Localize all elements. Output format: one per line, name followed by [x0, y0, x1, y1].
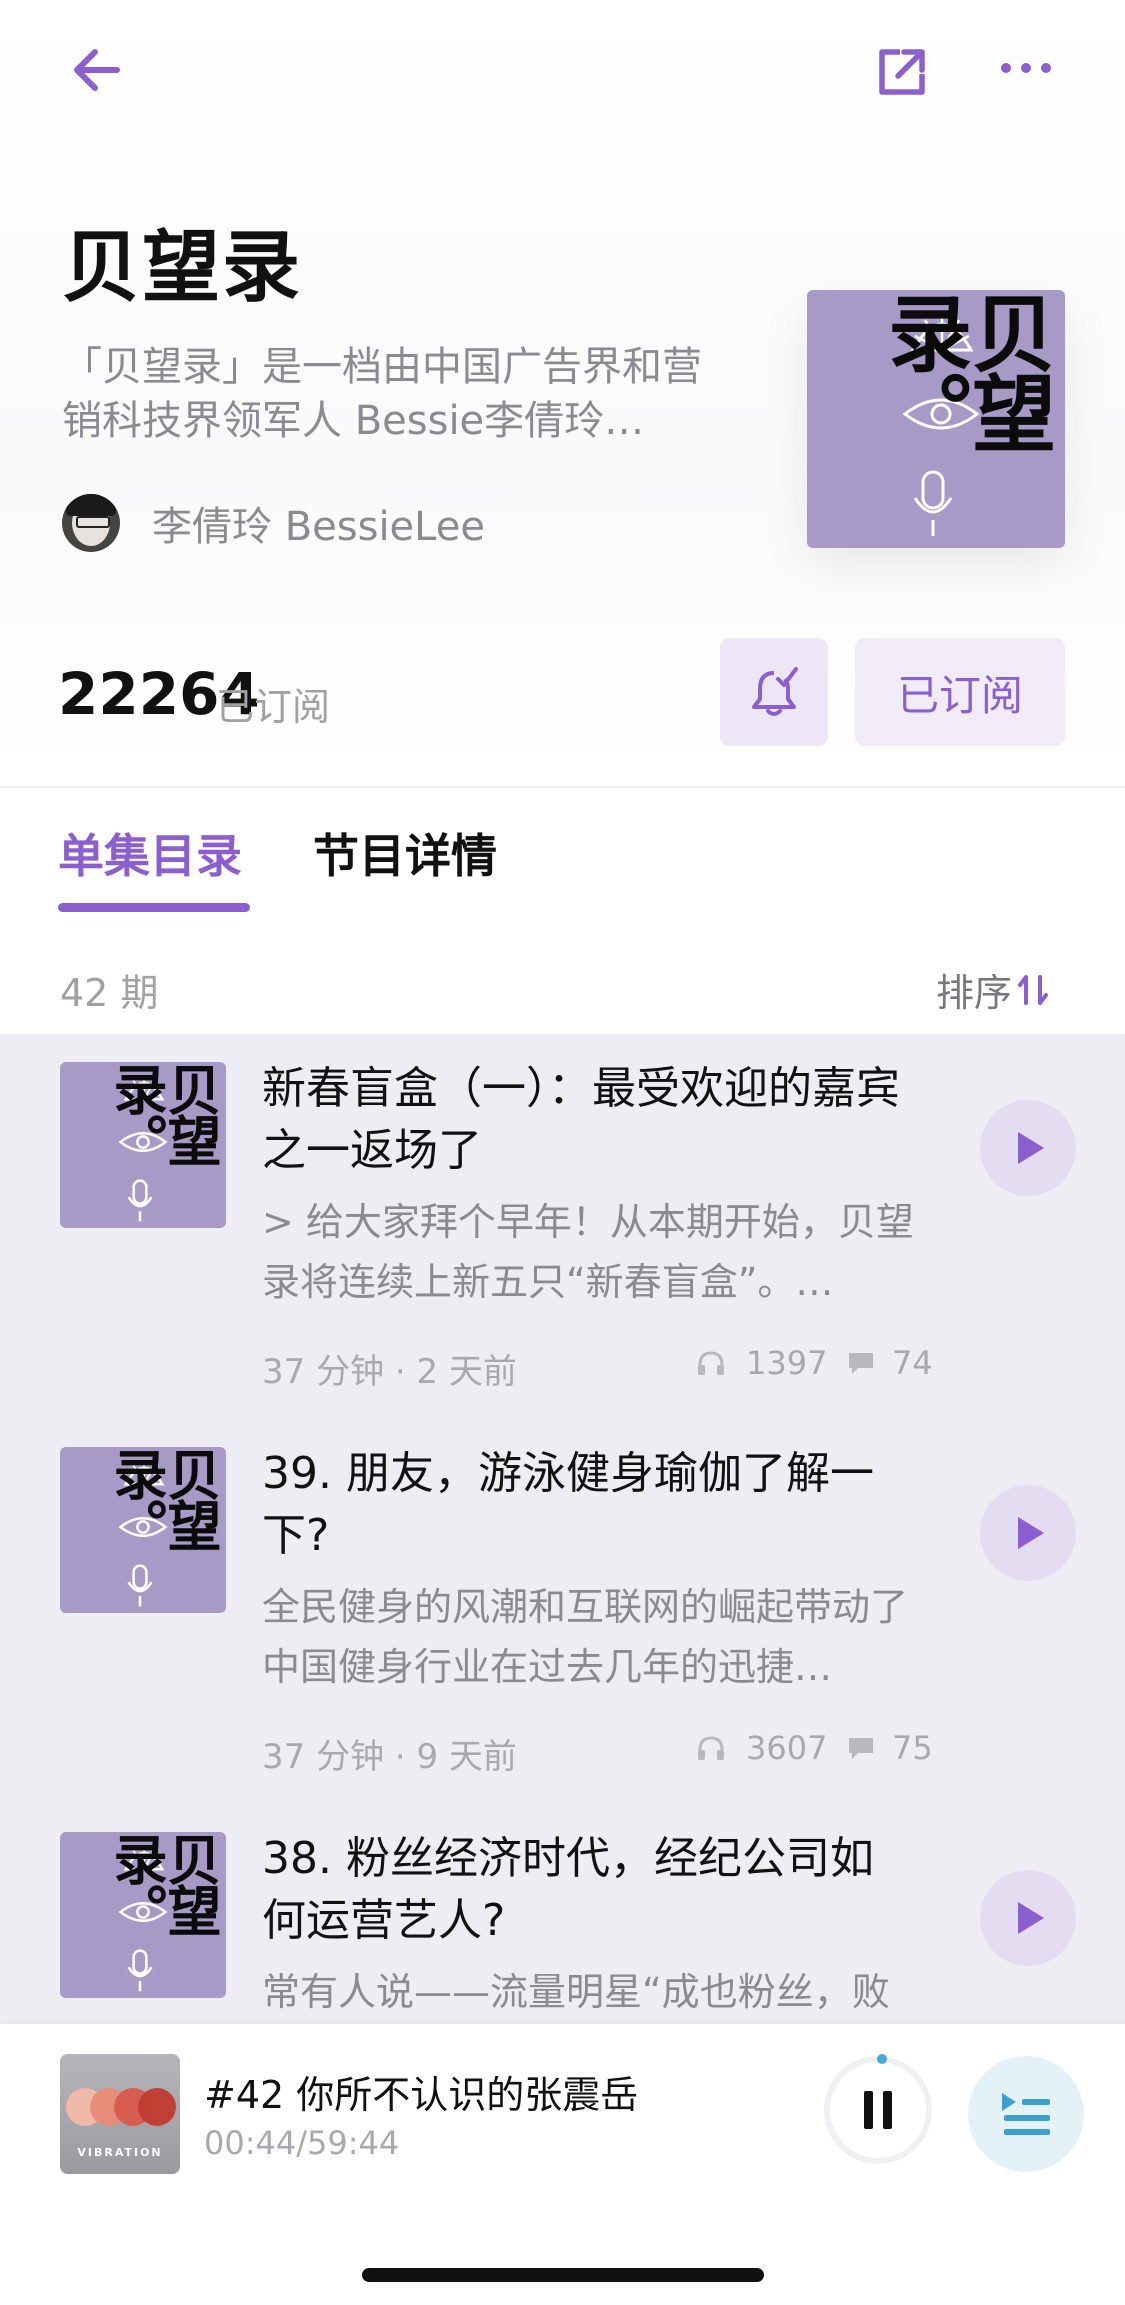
tab-details[interactable]: 节目详情: [313, 820, 497, 886]
playlist-icon: [1002, 2093, 1050, 2135]
now-playing-cover[interactable]: VIBRATION: [60, 2054, 180, 2174]
tab-episodes[interactable]: 单集目录: [58, 820, 242, 886]
sort-label: 排序: [936, 971, 1013, 1015]
home-indicator: [362, 2268, 764, 2282]
share-button[interactable]: [864, 34, 940, 110]
episode-title[interactable]: 新春盲盒（一）：最受欢迎的嘉宾之一返场了: [262, 1058, 912, 1182]
comment-count: 75: [846, 1729, 933, 1767]
now-playing-time: 00:44/59:44: [204, 2124, 400, 2162]
comment-count-value: 75: [892, 1729, 933, 1767]
headphones-icon: [698, 1736, 724, 1760]
sort-button[interactable]: 排序: [936, 962, 1050, 1017]
podcast-cover: 贝望录。: [807, 290, 1065, 548]
play-button[interactable]: [980, 1100, 1076, 1196]
bell-icon: [752, 667, 798, 716]
comment-icon: [849, 1353, 873, 1374]
avatar[interactable]: [62, 494, 120, 552]
play-icon: [1018, 1132, 1044, 1164]
podcast-description[interactable]: 「贝望录」是一档由中国广告界和营销科技界领军人 Bessie李倩玲…: [62, 340, 722, 448]
cover-logo-text: 贝望录。: [104, 1832, 222, 1934]
pause-icon: [864, 2091, 892, 2129]
episode-description: > 给大家拜个早年！从本期开始，贝望录将连续上新五只“新春盲盒”。…: [262, 1200, 914, 1304]
now-playing-title[interactable]: #42 你所不认识的张震岳: [204, 2064, 638, 2119]
episode-cover[interactable]: 贝望录。: [60, 1447, 226, 1613]
cover-logo-text: 贝望录。: [874, 290, 1057, 450]
sort-icon: [1018, 974, 1049, 1005]
play-icon: [1018, 1517, 1044, 1549]
cover-logo-text: 贝望录。: [104, 1447, 222, 1549]
play-count: 3607: [696, 1729, 827, 1767]
play-count: 1397: [696, 1344, 827, 1382]
more-icon: [1001, 63, 1051, 73]
share-icon: [879, 49, 925, 95]
comment-count: 74: [846, 1344, 933, 1382]
cover-logo-text: 贝望录。: [104, 1062, 222, 1164]
author-name[interactable]: 李倩玲 BessieLee: [152, 494, 485, 552]
now-playing-cover-text: VIBRATION: [77, 2146, 163, 2159]
episode-description: 全民健身的风潮和互联网的崛起带动了中国健身行业在过去几年的迅捷…: [262, 1585, 909, 1689]
play-button[interactable]: [980, 1870, 1076, 1966]
episode-description: 常有人说——流量明星“成也粉丝，败: [262, 1970, 890, 2014]
episode-count: 42 期: [60, 971, 159, 1015]
comment-icon: [849, 1738, 873, 1759]
episode-cover[interactable]: 贝望录。: [60, 1062, 226, 1228]
author-row[interactable]: 李倩玲 BessieLee: [62, 494, 485, 552]
more-button[interactable]: [990, 44, 1062, 92]
notify-button[interactable]: [720, 638, 828, 746]
divider: [0, 786, 1125, 788]
play-button[interactable]: [980, 1485, 1076, 1581]
headphones-icon: [698, 1351, 724, 1375]
playlist-button[interactable]: [968, 2056, 1084, 2172]
play-count-value: 3607: [746, 1729, 828, 1767]
tab-active-indicator: [58, 903, 250, 912]
back-button[interactable]: [60, 34, 132, 106]
arrow-left-icon: [74, 49, 120, 91]
episode-meta: 37 分钟 · 9 天前: [262, 1737, 517, 1777]
progress-dot: [877, 2054, 887, 2064]
subscribed-button[interactable]: 已订阅: [855, 638, 1065, 746]
podcast-title: 贝望录: [62, 223, 303, 313]
comment-count-value: 74: [892, 1344, 933, 1382]
episode-meta: 37 分钟 · 2 天前: [262, 1352, 517, 1392]
episode-title[interactable]: 38. 粉丝经济时代，经纪公司如何运营艺人?: [262, 1828, 912, 1952]
play-count-value: 1397: [746, 1344, 828, 1382]
subscriber-label: 已订阅: [216, 685, 331, 729]
pause-button[interactable]: [824, 2054, 932, 2164]
episode-title[interactable]: 39. 朋友，游泳健身瑜伽了解一下?: [262, 1443, 912, 1567]
play-icon: [1018, 1902, 1044, 1934]
episode-cover[interactable]: 贝望录。: [60, 1832, 226, 1998]
